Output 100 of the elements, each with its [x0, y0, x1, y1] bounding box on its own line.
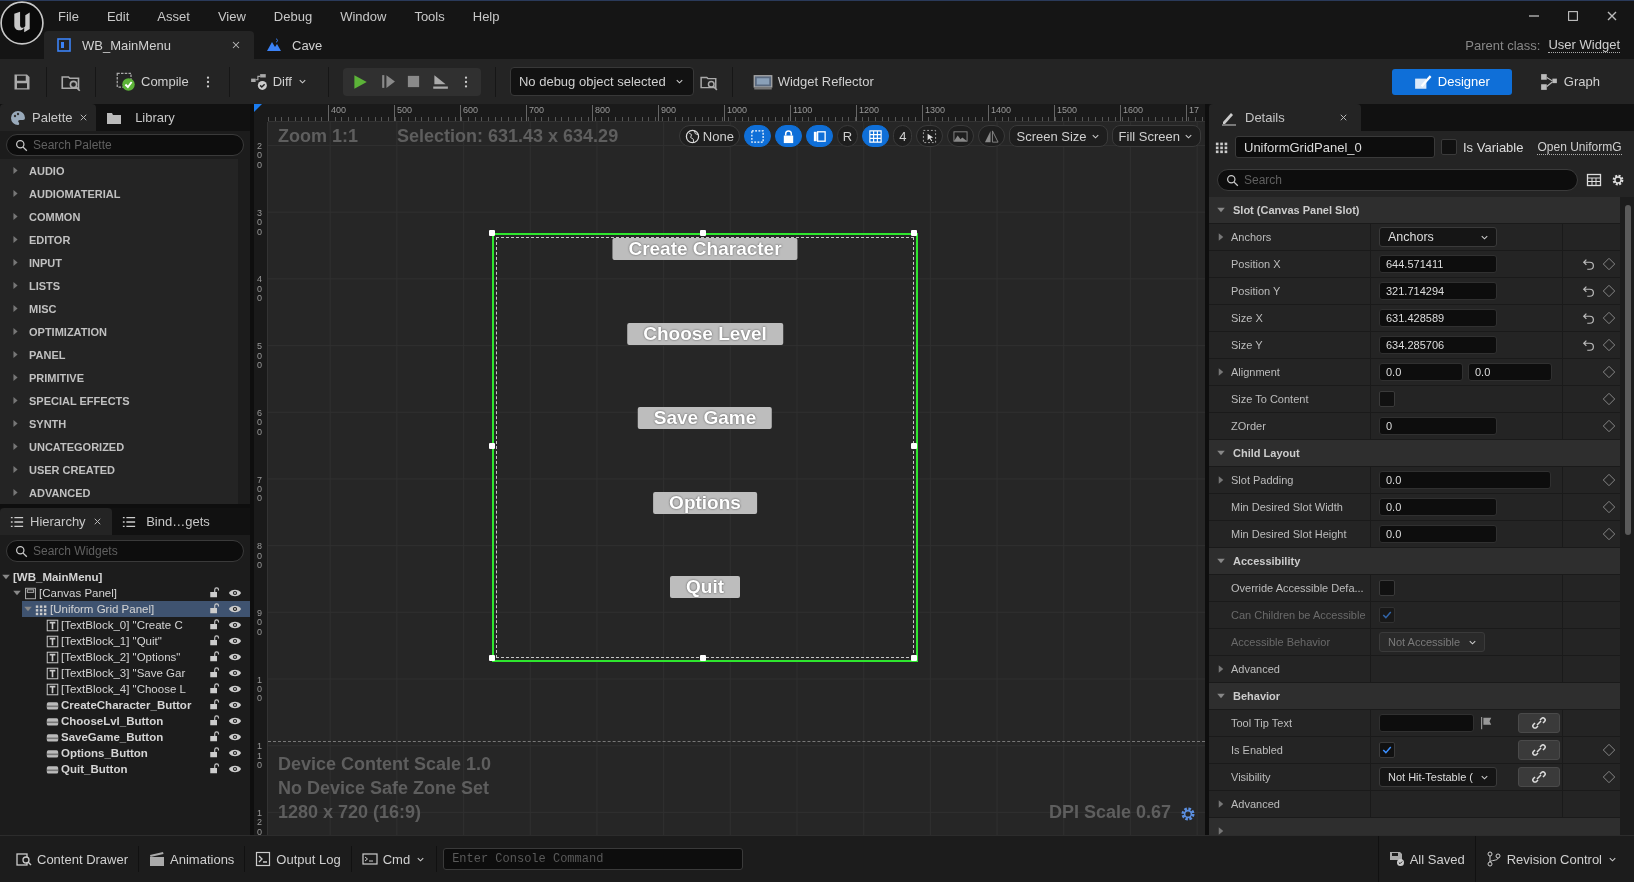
- palette-category[interactable]: ADVANCED: [0, 481, 238, 504]
- menu-item[interactable]: View: [203, 8, 260, 24]
- reset-icon[interactable]: [1582, 338, 1596, 352]
- lock-icon[interactable]: [208, 634, 220, 646]
- section-header[interactable]: Accessibility: [1209, 548, 1620, 575]
- world-button[interactable]: None: [678, 125, 740, 147]
- lock-icon[interactable]: [208, 730, 220, 742]
- tree-item[interactable]: [TextBlock_3] "Save Gar: [33, 665, 250, 681]
- maximize-icon[interactable]: [1566, 9, 1580, 23]
- resize-handle[interactable]: [700, 655, 706, 661]
- resize-handle[interactable]: [911, 655, 917, 661]
- text-field[interactable]: [1379, 714, 1474, 732]
- bind-button[interactable]: [1518, 767, 1560, 787]
- grid-snap-toggle[interactable]: [862, 125, 890, 147]
- close-icon[interactable]: [1338, 112, 1349, 123]
- tab[interactable]: Bind…gets: [112, 508, 224, 535]
- tree-item[interactable]: SaveGame_Button: [33, 729, 250, 745]
- tree-item[interactable]: [Uniform Grid Panel]: [22, 601, 250, 617]
- selection-toggle[interactable]: [916, 125, 944, 147]
- keyframe-icon[interactable]: [1602, 257, 1616, 271]
- palette-category[interactable]: INPUT: [0, 251, 238, 274]
- outline-toggle[interactable]: [743, 125, 771, 147]
- number-field[interactable]: 644.571411: [1379, 255, 1497, 273]
- reset-icon[interactable]: [1582, 257, 1596, 271]
- stop-icon[interactable]: [405, 74, 421, 89]
- section-header[interactable]: Slot (Canvas Panel Slot): [1209, 197, 1620, 224]
- keyframe-icon[interactable]: [1602, 527, 1616, 541]
- number-field[interactable]: 0.0: [1468, 363, 1552, 381]
- open-link[interactable]: Open UniformG: [1537, 139, 1622, 155]
- keyframe-icon[interactable]: [1602, 284, 1616, 298]
- tree-item[interactable]: [TextBlock_2] "Options": [33, 649, 250, 665]
- compile-button[interactable]: Compile: [110, 67, 195, 96]
- view-dropdown[interactable]: Screen Size: [1009, 125, 1108, 147]
- resize-handle[interactable]: [489, 230, 495, 236]
- keyframe-icon[interactable]: [1602, 365, 1616, 379]
- keyframe-icon[interactable]: [1602, 473, 1616, 487]
- palette-category[interactable]: COMMON: [0, 205, 238, 228]
- lock-icon[interactable]: [208, 666, 220, 678]
- number-field[interactable]: 0: [1379, 417, 1497, 435]
- checkbox[interactable]: [1379, 391, 1395, 407]
- tree-item[interactable]: [TextBlock_1] "Quit": [33, 633, 250, 649]
- tree-item[interactable]: Quit_Button: [33, 761, 250, 777]
- console-field[interactable]: Enter Console Command: [443, 848, 744, 870]
- keyframe-icon[interactable]: [1602, 500, 1616, 514]
- tab[interactable]: Palette: [0, 104, 96, 131]
- tab[interactable]: Library: [96, 104, 192, 131]
- keyframe-icon[interactable]: [1602, 743, 1616, 757]
- menu-item[interactable]: Edit: [92, 8, 144, 24]
- lock-icon[interactable]: [208, 586, 220, 598]
- bind-button[interactable]: [1518, 740, 1560, 760]
- tree-item[interactable]: [Canvas Panel]: [11, 585, 250, 601]
- palette-category[interactable]: PRIMITIVE: [0, 366, 238, 389]
- number-field[interactable]: 0.0: [1379, 471, 1551, 489]
- tree-item[interactable]: [TextBlock_4] "Choose L: [33, 681, 250, 697]
- tab[interactable]: Hierarchy: [0, 508, 112, 535]
- cmd-dropdown[interactable]: Cmd: [351, 846, 438, 872]
- settings-icon[interactable]: [1179, 805, 1197, 823]
- dropdown[interactable]: Anchors: [1379, 227, 1497, 247]
- lock-toggle[interactable]: [774, 125, 802, 147]
- tab[interactable]: Details: [1209, 104, 1361, 131]
- resize-handle[interactable]: [489, 655, 495, 661]
- search-field[interactable]: Search Widgets: [6, 540, 244, 562]
- menu-item[interactable]: Debug: [259, 8, 327, 24]
- output-log-button[interactable]: Output Log: [245, 846, 352, 872]
- reset-icon[interactable]: [1582, 311, 1596, 325]
- reset-icon[interactable]: [1582, 284, 1596, 298]
- keyframe-icon[interactable]: [1602, 419, 1616, 433]
- document-tab[interactable]: WB_MainMenu: [44, 31, 254, 59]
- menu-item[interactable]: Asset: [143, 8, 204, 24]
- all-saved-button[interactable]: All Saved: [1377, 836, 1475, 882]
- parent-class-link[interactable]: User Widget: [1548, 37, 1620, 53]
- revision-control-button[interactable]: Revision Control: [1474, 836, 1628, 882]
- lock-icon[interactable]: [208, 714, 220, 726]
- lock-icon[interactable]: [208, 602, 220, 614]
- search-field[interactable]: Search Palette: [6, 134, 244, 156]
- resize-handle[interactable]: [700, 230, 706, 236]
- checkbox[interactable]: [1441, 139, 1457, 155]
- name-field[interactable]: UniformGridPanel_0: [1235, 136, 1435, 158]
- tree-item[interactable]: [TextBlock_0] "Create C: [33, 617, 250, 633]
- palette-category[interactable]: EDITOR: [0, 228, 238, 251]
- number-field[interactable]: 321.714294: [1379, 282, 1497, 300]
- view-dropdown[interactable]: Fill Screen: [1111, 125, 1201, 147]
- palette-category[interactable]: UNCATEGORIZED: [0, 435, 238, 458]
- palette-category[interactable]: PANEL: [0, 343, 238, 366]
- settings-icon[interactable]: [1610, 172, 1626, 188]
- palette-category[interactable]: LISTS: [0, 274, 238, 297]
- debug-object-dropdown[interactable]: No debug object selected: [509, 67, 694, 96]
- r-toggle[interactable]: R: [836, 125, 859, 147]
- image-toggle[interactable]: [947, 125, 975, 147]
- dropdown[interactable]: Not Hit-Testable (: [1379, 767, 1497, 787]
- keyframe-icon[interactable]: [1602, 338, 1616, 352]
- tree-item[interactable]: [WB_MainMenu]: [0, 569, 250, 585]
- close-icon[interactable]: [230, 39, 242, 51]
- tree-item[interactable]: CreateCharacter_Buttor: [33, 697, 250, 713]
- number-field[interactable]: 0.0: [1379, 498, 1497, 516]
- lock-icon[interactable]: [208, 682, 220, 694]
- checkbox[interactable]: [1379, 580, 1395, 596]
- palette-category[interactable]: SYNTH: [0, 412, 238, 435]
- table-icon[interactable]: [1586, 172, 1602, 188]
- palette-category[interactable]: AUDIO: [0, 159, 238, 182]
